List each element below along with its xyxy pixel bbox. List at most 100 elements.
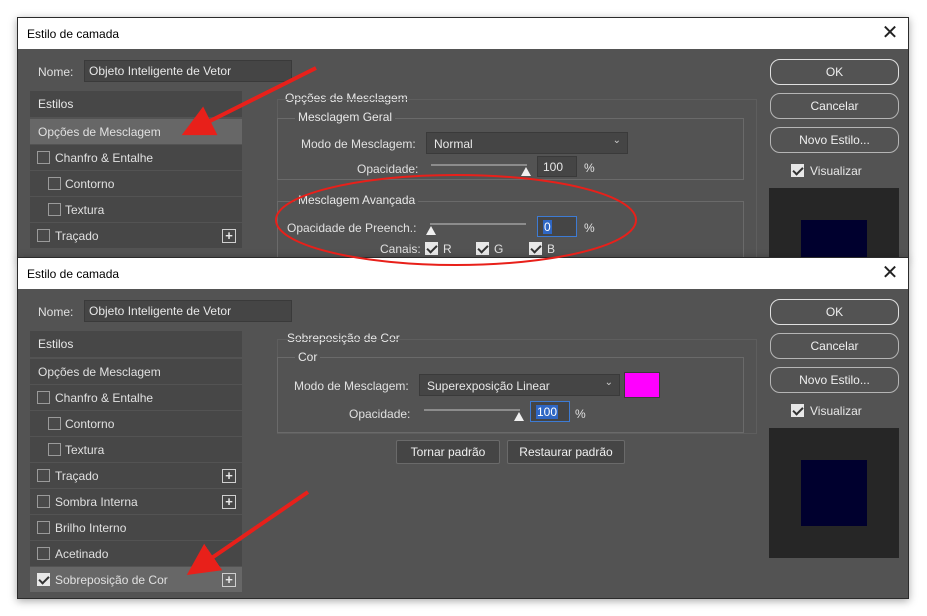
style-item-label: Contorno: [65, 177, 115, 191]
opacity-slider-handle[interactable]: [521, 167, 531, 176]
name-label: Nome:: [38, 305, 74, 319]
group-title: Mesclagem Avançada: [295, 193, 419, 207]
opacity-unit: %: [584, 161, 595, 175]
style-checkbox[interactable]: [37, 573, 50, 586]
channels-label: Canais:: [380, 242, 421, 256]
styles-heading[interactable]: Estilos: [30, 331, 242, 357]
style-item-inner-glow[interactable]: Brilho Interno: [30, 515, 242, 540]
style-item-label: Brilho Interno: [55, 521, 127, 535]
ok-button[interactable]: OK: [770, 299, 899, 325]
style-item-satin[interactable]: Acetinado: [30, 541, 242, 566]
style-item-color-overlay[interactable]: Sobreposição de Cor +: [30, 567, 242, 592]
dialog-title: Estilo de camada: [27, 27, 120, 41]
style-checkbox[interactable]: [48, 443, 61, 456]
preview-checkbox[interactable]: [791, 404, 804, 417]
channel-r-checkbox[interactable]: [425, 242, 438, 255]
dialog-titlebar: Estilo de camada ✕: [18, 18, 908, 49]
style-item-texture[interactable]: Textura: [30, 437, 242, 462]
style-item-contour[interactable]: Contorno: [30, 171, 242, 196]
reset-default-button[interactable]: Restaurar padrão: [507, 440, 625, 464]
cancel-button[interactable]: Cancelar: [770, 333, 899, 359]
opacity-slider[interactable]: [431, 164, 527, 166]
style-checkbox[interactable]: [48, 417, 61, 430]
opacity-label: Opacidade:: [349, 407, 411, 421]
add-icon[interactable]: +: [222, 495, 236, 509]
preview-label: Visualizar: [810, 164, 862, 178]
name-input[interactable]: [84, 60, 292, 82]
new-style-button[interactable]: Novo Estilo...: [770, 127, 899, 153]
fill-opacity-label: Opacidade de Preench.:: [287, 221, 417, 235]
opacity-slider[interactable]: [424, 409, 520, 411]
style-preview-thumbnail: [769, 188, 899, 258]
channel-g-checkbox[interactable]: [476, 242, 489, 255]
style-checkbox[interactable]: [37, 547, 50, 560]
dialog-titlebar: Estilo de camada ✕: [18, 258, 908, 289]
style-item-label: Sobreposição de Cor: [55, 573, 168, 587]
layer-style-dialog-blending: Estilo de camada ✕ Nome: Estilos Opções …: [17, 17, 909, 259]
style-item-label: Traçado: [55, 229, 99, 243]
opacity-slider-handle[interactable]: [514, 412, 524, 421]
style-item-contour[interactable]: Contorno: [30, 411, 242, 436]
style-item-label: Traçado: [55, 469, 99, 483]
style-item-blending-options[interactable]: Opções de Mesclagem: [30, 359, 242, 384]
fill-opacity-slider[interactable]: [430, 223, 526, 225]
cancel-button[interactable]: Cancelar: [770, 93, 899, 119]
close-icon[interactable]: ✕: [879, 21, 901, 45]
style-item-label: Acetinado: [55, 547, 109, 561]
channel-b-checkbox[interactable]: [529, 242, 542, 255]
add-icon[interactable]: +: [222, 573, 236, 587]
close-icon[interactable]: ✕: [879, 261, 901, 285]
blend-mode-label: Modo de Mesclagem:: [294, 379, 409, 393]
make-default-button[interactable]: Tornar padrão: [396, 440, 500, 464]
style-item-label: Contorno: [65, 417, 115, 431]
style-checkbox[interactable]: [37, 469, 50, 482]
style-item-label: Opções de Mesclagem: [38, 125, 161, 139]
fill-opacity-input[interactable]: 0: [537, 216, 577, 237]
add-icon[interactable]: +: [222, 229, 236, 243]
styles-heading[interactable]: Estilos: [30, 91, 242, 117]
opacity-input[interactable]: 100: [537, 156, 577, 177]
blend-mode-select[interactable]: Superexposição Linear ⌄: [419, 374, 620, 396]
preview-square: [801, 220, 867, 258]
style-item-stroke[interactable]: Traçado +: [30, 223, 242, 248]
add-icon[interactable]: +: [222, 469, 236, 483]
blend-mode-select[interactable]: Normal ⌄: [426, 132, 628, 154]
chevron-down-icon: ⌄: [612, 135, 621, 146]
color-swatch[interactable]: [624, 372, 660, 398]
style-item-bevel-emboss[interactable]: Chanfro & Entalhe: [30, 145, 242, 170]
dialog-title: Estilo de camada: [27, 267, 120, 281]
style-item-blending-options[interactable]: Opções de Mesclagem: [30, 119, 242, 144]
style-item-label: Chanfro & Entalhe: [55, 151, 154, 165]
style-checkbox[interactable]: [37, 391, 50, 404]
ok-button[interactable]: OK: [770, 59, 899, 85]
group-title: Mesclagem Geral: [295, 110, 396, 124]
opacity-input[interactable]: 100: [530, 401, 570, 422]
opacity-value: 100: [536, 405, 559, 419]
channel-r-label: R: [443, 242, 452, 256]
style-checkbox[interactable]: [37, 495, 50, 508]
style-item-label: Textura: [65, 443, 105, 457]
preview-label: Visualizar: [810, 404, 862, 418]
style-item-stroke[interactable]: Traçado +: [30, 463, 242, 488]
opacity-unit: %: [575, 407, 586, 421]
style-item-texture[interactable]: Textura: [30, 197, 242, 222]
style-item-inner-shadow[interactable]: Sombra Interna +: [30, 489, 242, 514]
fill-opacity-slider-handle[interactable]: [426, 226, 436, 235]
fill-opacity-value: 0: [543, 220, 552, 234]
style-item-bevel-emboss[interactable]: Chanfro & Entalhe: [30, 385, 242, 410]
style-checkbox[interactable]: [37, 521, 50, 534]
name-label: Nome:: [38, 65, 74, 79]
blend-mode-label: Modo de Mesclagem:: [301, 137, 416, 151]
layer-style-dialog-color-overlay: Estilo de camada ✕ Nome: Estilos Opções …: [17, 257, 909, 599]
style-checkbox[interactable]: [48, 203, 61, 216]
style-item-label: Sombra Interna: [55, 495, 138, 509]
opacity-label: Opacidade:: [357, 162, 419, 176]
preview-checkbox[interactable]: [791, 164, 804, 177]
channel-b-label: B: [547, 242, 556, 256]
new-style-button[interactable]: Novo Estilo...: [770, 367, 899, 393]
name-input[interactable]: [84, 300, 292, 322]
style-checkbox[interactable]: [48, 177, 61, 190]
style-checkbox[interactable]: [37, 229, 50, 242]
styles-list: Estilos Opções de Mesclagem Chanfro & En…: [30, 91, 259, 258]
style-checkbox[interactable]: [37, 151, 50, 164]
